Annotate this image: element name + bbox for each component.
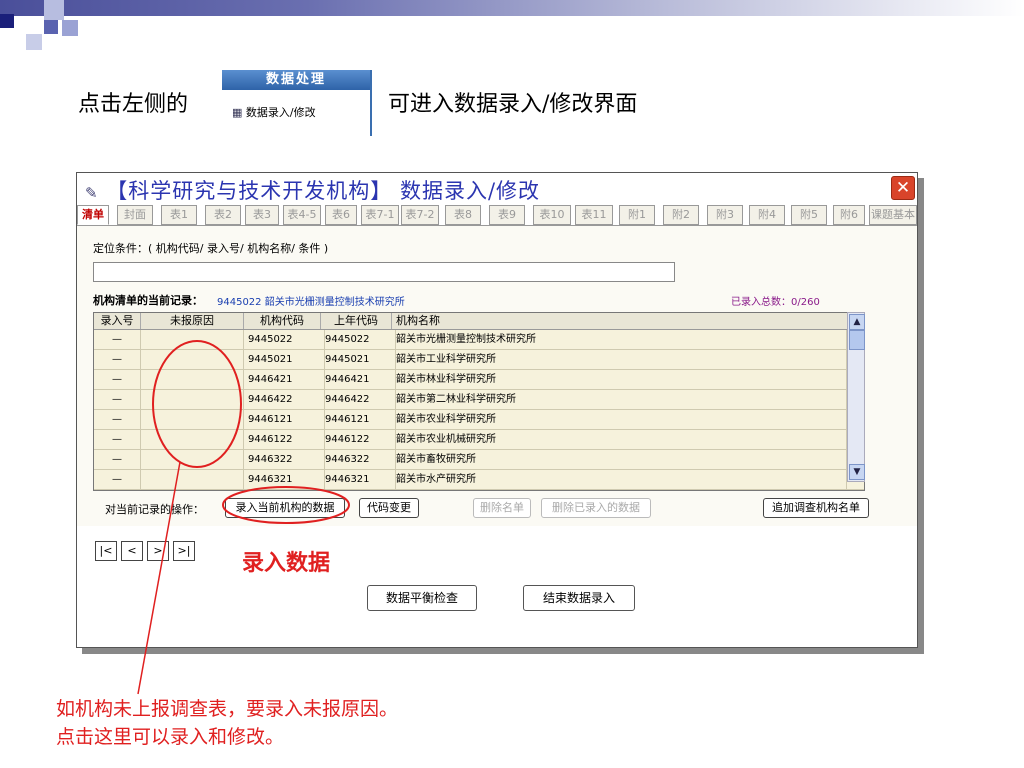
annotation-enter-data: 录入数据 [242, 550, 331, 576]
annotation-note-1: 如机构未上报调查表，要录入未报原因。 [56, 698, 399, 720]
annotation-pointer-line [137, 461, 181, 695]
annotation-ellipse-button [222, 486, 350, 524]
annotation-overlay [137, 340, 350, 695]
annotation-note-2: 点击这里可以录入和修改。 [56, 726, 285, 748]
annotation-ellipse-reason [152, 340, 242, 468]
